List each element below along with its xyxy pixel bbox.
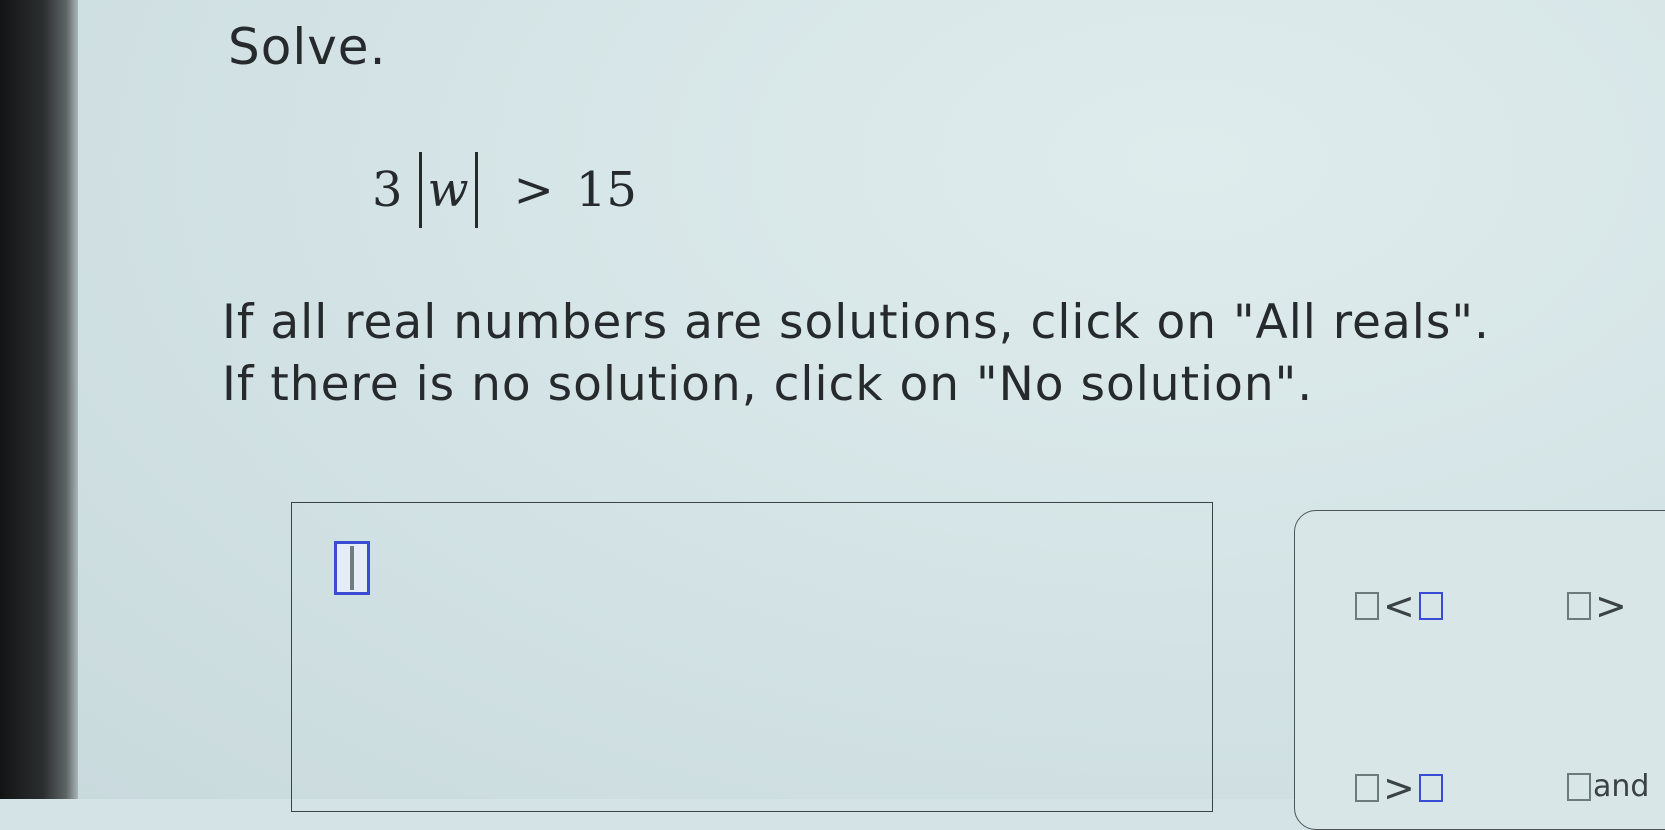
equation-variable: w (427, 162, 469, 218)
placeholder-box-icon (1355, 774, 1379, 802)
less-than-tool[interactable]: < (1355, 587, 1443, 625)
absolute-value-bar-left (418, 152, 422, 228)
active-answer-slot[interactable] (334, 541, 370, 595)
absolute-value-bar-right (474, 152, 478, 228)
equation: 3 w > 15 (372, 150, 637, 230)
question-title: Solve. (228, 18, 387, 76)
text-cursor-icon (350, 546, 354, 590)
placeholder-box-icon (1567, 772, 1591, 801)
equation-relation: > (513, 162, 554, 218)
greater-or-equal-tool[interactable]: > (1355, 769, 1443, 807)
instructions: If all real numbers are solutions, click… (222, 292, 1622, 416)
equation-coefficient: 3 (372, 162, 403, 218)
monitor-bezel (0, 0, 78, 799)
instruction-line: If all real numbers are solutions, click… (222, 295, 1490, 350)
instruction-line: If there is no solution, click on "No so… (222, 357, 1314, 412)
equation-rhs: 15 (575, 162, 637, 218)
placeholder-box-icon (1418, 592, 1443, 620)
tool-operator: < (1383, 584, 1415, 628)
placeholder-box-icon (1567, 592, 1591, 620)
placeholder-box-icon (1355, 592, 1379, 620)
answer-input-box[interactable] (291, 502, 1213, 812)
math-palette: < > > and (1294, 510, 1665, 830)
greater-than-tool[interactable]: > (1567, 587, 1631, 625)
placeholder-box-icon (1418, 774, 1443, 802)
tool-operator: > (1595, 584, 1627, 628)
tool-operator: > (1383, 766, 1415, 810)
